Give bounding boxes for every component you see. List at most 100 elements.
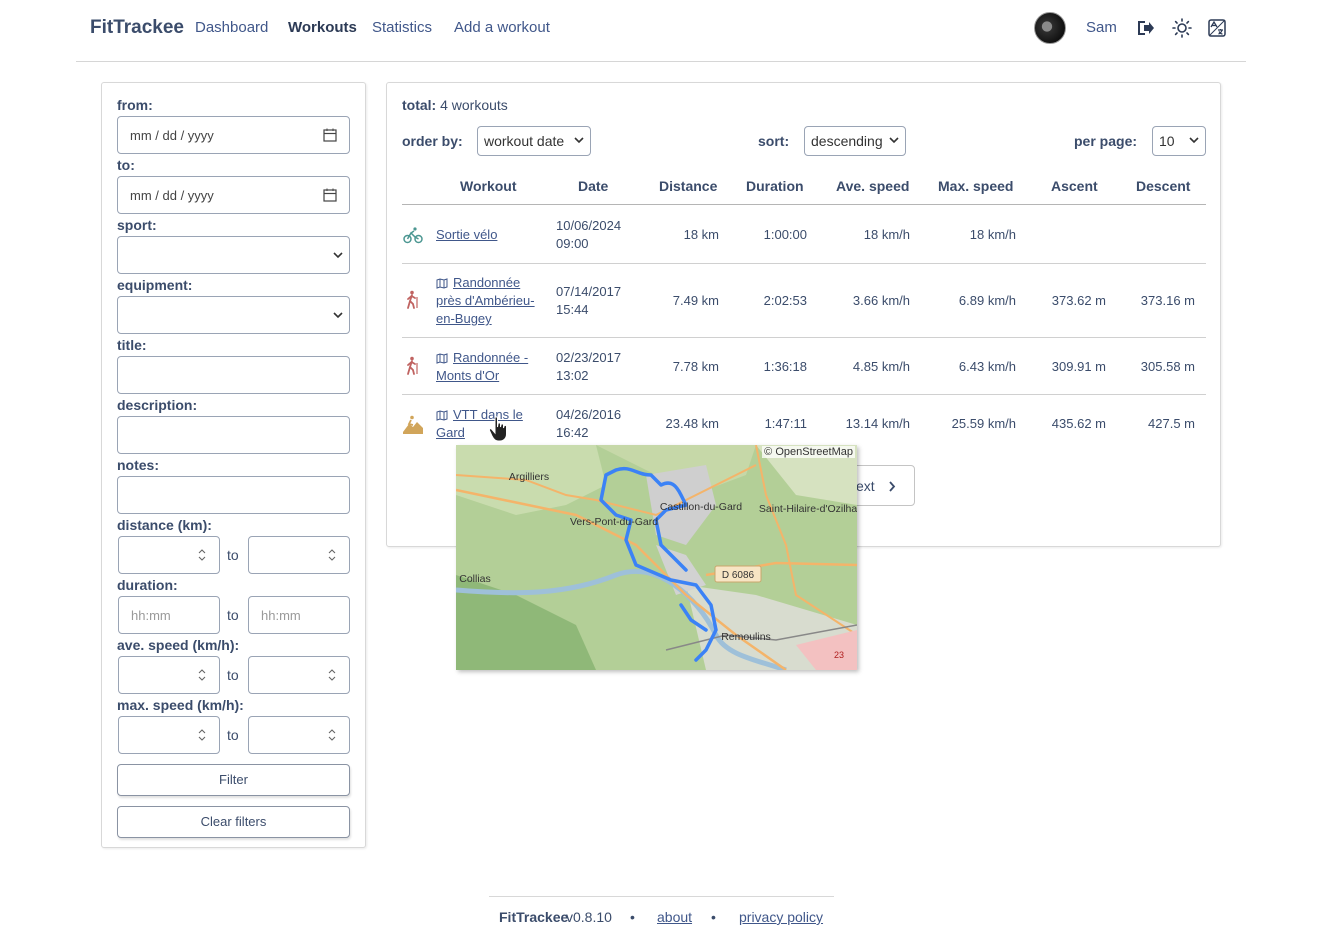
app-brand[interactable]: FitTrackee [90,17,184,39]
distance-cell: 7.49 km [672,293,719,308]
workout-title-line: Randonnée - [453,350,529,365]
max-speed-from-input[interactable] [118,716,220,754]
username-link[interactable]: Sam [1086,19,1117,36]
to-date-input[interactable]: mm / dd / yyyy [117,176,350,214]
nav-statistics[interactable]: Statistics [372,19,432,36]
duration-from-input[interactable]: hh:mm [118,596,220,634]
workout-link-3[interactable]: Randonnée - Monts d'Or [436,349,528,385]
filter-button[interactable]: Filter [117,764,350,796]
workout-title-line: en-Bugey [436,311,492,326]
distance-to-word: to [227,547,239,563]
map-place-label: Collias [459,573,491,585]
from-date-placeholder: mm / dd / yyyy [130,128,214,143]
mountain-biking-icon [403,415,423,434]
ave-speed-from-input[interactable] [118,656,220,694]
map-attribution[interactable]: © OpenStreetMap [762,446,855,458]
description-input[interactable] [117,416,350,454]
hiking-icon [407,356,418,375]
chevron-down-icon [889,137,899,144]
max-speed-cell: 18 km/h [969,227,1016,242]
theme-sun-icon[interactable] [1172,18,1192,38]
calendar-icon[interactable] [323,128,337,142]
chevron-down-icon [574,137,584,144]
table-row-date: 10/06/2024 09:00 [556,217,621,253]
max-speed-label: max. speed (km/h): [117,697,244,713]
duration-label: duration: [117,577,178,593]
user-avatar[interactable] [1034,12,1066,44]
spinner-icon[interactable] [327,667,337,683]
footer-about-link[interactable]: about [657,909,692,925]
distance-from-input[interactable] [118,536,220,574]
ave-speed-cell: 13.14 km/h [845,416,910,431]
chevron-down-icon [333,252,343,259]
clear-filters-button[interactable]: Clear filters [117,806,350,838]
road-label: D 6086 [722,570,755,581]
footer: FitTrackee v0.8.10 • about • privacy pol… [489,896,834,926]
notes-input[interactable] [117,476,350,514]
spinner-icon[interactable] [327,727,337,743]
workout-title-line: Randonnée [453,275,521,290]
spinner-icon[interactable] [197,547,207,563]
spinner-icon[interactable] [197,667,207,683]
language-icon[interactable] [1207,18,1227,38]
column-header-distance[interactable]: Distance [659,178,717,194]
order-by-select[interactable]: workout date [477,126,591,156]
road-number-label: 23 [834,650,844,660]
nav-workouts[interactable]: Workouts [288,19,357,36]
chevron-right-icon [889,481,896,492]
ave-speed-label: ave. speed (km/h): [117,637,240,653]
column-header-descent[interactable]: Descent [1136,178,1190,194]
workout-link-1[interactable]: Sortie vélo [436,226,497,244]
title-input[interactable] [117,356,350,394]
time-value: 09:00 [556,236,589,251]
workout-map-preview: Argilliers Vers-Pont-du-Gard Castillon-d… [456,445,857,670]
distance-to-input[interactable] [248,536,350,574]
column-header-ave-speed[interactable]: Ave. speed [836,178,909,194]
date-value: 07/14/2017 [556,284,622,299]
row-divider [402,263,1206,264]
max-speed-cell: 6.89 km/h [958,293,1016,308]
logout-icon[interactable] [1135,18,1155,38]
column-header-date[interactable]: Date [578,178,608,194]
column-header-duration[interactable]: Duration [746,178,804,194]
nav-dashboard[interactable]: Dashboard [195,19,268,36]
ave-speed-to-input[interactable] [248,656,350,694]
total-label: total: [402,97,437,113]
column-header-workout[interactable]: Workout [460,178,517,194]
sort-value: descending [811,133,883,149]
descent-cell: 373.16 m [1140,293,1195,308]
calendar-icon[interactable] [323,188,337,202]
duration-to-input[interactable]: hh:mm [248,596,350,634]
sort-label: sort: [758,133,790,149]
map-place-label: Remoulins [721,631,771,643]
workout-link-2[interactable]: Randonnée près d'Ambérieu- en-Bugey [436,274,535,328]
nav-add-workout[interactable]: Add a workout [454,19,550,36]
max-speed-to-input[interactable] [248,716,350,754]
from-date-input[interactable]: mm / dd / yyyy [117,116,350,154]
notes-label: notes: [117,457,159,473]
cycling-icon [403,227,423,244]
distance-label: distance (km): [117,517,212,533]
equipment-select[interactable] [117,296,350,334]
sport-select[interactable] [117,236,350,274]
map-place-label: Vers-Pont-du-Gard [570,516,658,528]
duration-cell: 2:02:53 [763,293,807,308]
spinner-icon[interactable] [197,727,207,743]
descent-cell: 427.5 m [1148,416,1195,431]
date-value: 10/06/2024 [556,218,622,233]
footer-version: v0.8.10 [566,909,612,925]
chevron-down-icon [333,312,343,319]
from-label: from: [117,97,153,113]
distance-cell: 23.48 km [665,416,719,431]
sport-label: sport: [117,217,157,233]
per-page-select[interactable]: 10 [1152,126,1206,156]
footer-privacy-link[interactable]: privacy policy [739,909,823,925]
map-place-label: Saint-Hilaire-d'Ozilhan [759,503,857,515]
column-header-max-speed[interactable]: Max. speed [938,178,1013,194]
column-header-ascent[interactable]: Ascent [1051,178,1098,194]
sort-select[interactable]: descending [804,126,906,156]
max-speed-to-word: to [227,727,239,743]
spinner-icon[interactable] [327,547,337,563]
next-label: ext [856,478,875,494]
to-date-placeholder: mm / dd / yyyy [130,188,214,203]
